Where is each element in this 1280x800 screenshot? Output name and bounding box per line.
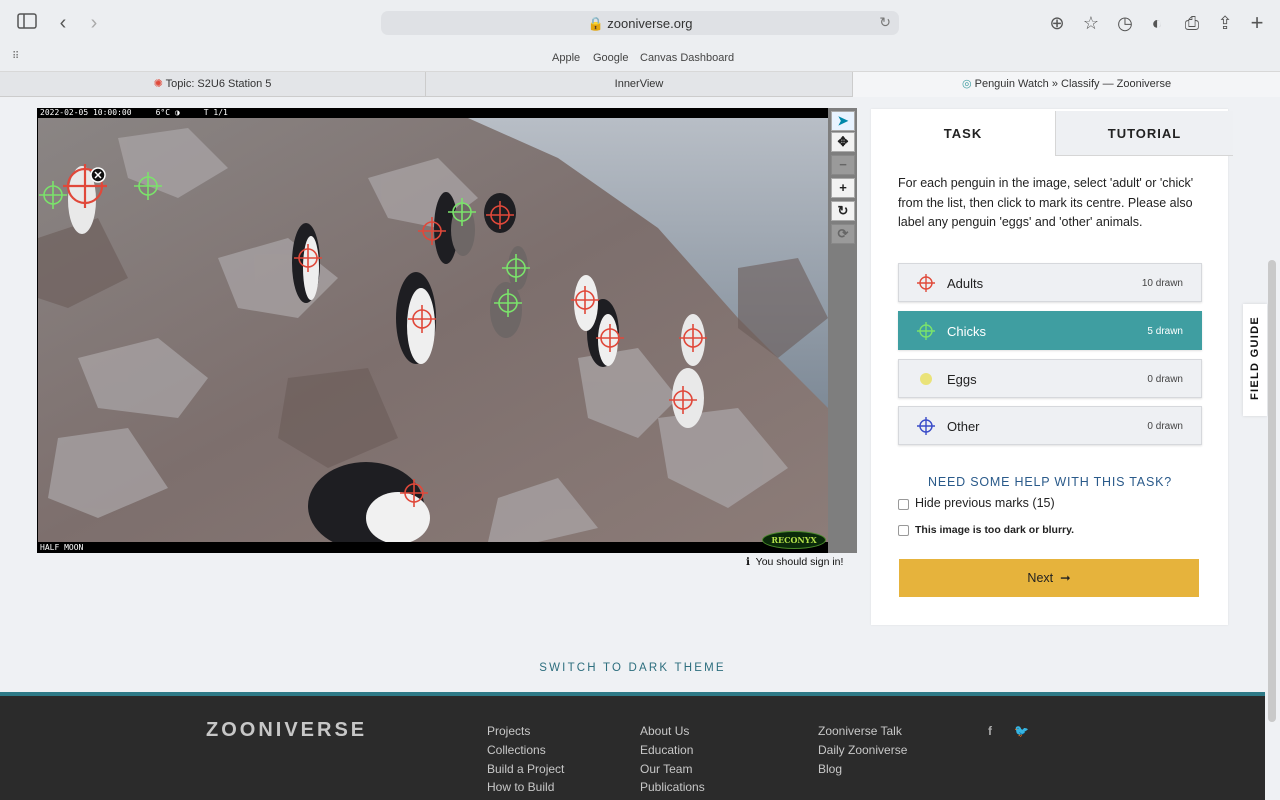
- footer-link[interactable]: Education: [640, 743, 693, 757]
- next-button[interactable]: Next ➞: [899, 559, 1199, 597]
- back-icon[interactable]: ‹: [52, 12, 74, 34]
- forward-icon[interactable]: ›: [83, 12, 105, 34]
- url-text: 🔒 zooniverse.org: [587, 16, 693, 31]
- tool-other[interactable]: Other 0 drawn: [898, 406, 1202, 445]
- new-tab-icon[interactable]: +: [1246, 12, 1268, 34]
- tool-name: Chicks: [947, 324, 987, 339]
- reload-icon[interactable]: ↻: [879, 14, 891, 31]
- footer-link[interactable]: How to Build: [487, 780, 554, 794]
- tool-name: Eggs: [947, 372, 977, 387]
- footer: [0, 692, 1265, 800]
- footer-link[interactable]: Zooniverse Talk: [818, 724, 902, 738]
- footer-link[interactable]: About Us: [640, 724, 689, 738]
- page-scrollbar[interactable]: [1268, 260, 1276, 722]
- crosshair-icon: [917, 322, 935, 340]
- reset-icon[interactable]: ⟳: [831, 224, 855, 244]
- tab-penguin-watch[interactable]: ◎ Penguin Watch » Classify — Zooniverse: [853, 72, 1280, 97]
- dark-blurry-checkbox[interactable]: [898, 525, 909, 536]
- twitter-icon[interactable]: 🐦: [1014, 724, 1029, 738]
- sign-in-notice[interactable]: ℹ You should sign in!: [746, 556, 843, 568]
- camera-info: 2022-02-05 10:00:00 6°C ◑ T 1/1: [40, 108, 228, 117]
- zoom-out-icon[interactable]: −: [831, 155, 855, 175]
- field-guide-tab[interactable]: FIELD GUIDE: [1243, 304, 1267, 416]
- dark-theme-link[interactable]: SWITCH TO DARK THEME: [0, 662, 1265, 674]
- crosshair-icon: [917, 417, 935, 435]
- pointer-icon[interactable]: ➤: [831, 111, 855, 131]
- hide-marks-checkbox[interactable]: [898, 499, 909, 510]
- tool-eggs[interactable]: Eggs 0 drawn: [898, 359, 1202, 398]
- tool-count: 10 drawn: [1141, 278, 1183, 289]
- footer-link[interactable]: Our Team: [640, 762, 692, 776]
- delete-mark-icon[interactable]: [90, 167, 106, 183]
- tool-name: Adults: [947, 276, 984, 291]
- zoom-in-icon[interactable]: +: [831, 178, 855, 198]
- egg-dot-icon: [920, 373, 932, 385]
- tab-favicon-icon: ✺: [153, 78, 163, 90]
- tool-chicks[interactable]: Chicks 5 drawn: [898, 311, 1202, 350]
- tab-favicon-icon: ◎: [961, 78, 972, 90]
- favorite-google[interactable]: Google: [593, 52, 628, 64]
- footer-link[interactable]: Daily Zooniverse: [818, 743, 907, 757]
- tool-count: 0 drawn: [1147, 421, 1183, 432]
- favorite-apple[interactable]: Apple: [552, 52, 580, 64]
- history-icon[interactable]: ◷: [1114, 12, 1136, 34]
- footer-link[interactable]: Publications: [640, 780, 705, 794]
- arrow-right-icon: ➞: [1056, 571, 1071, 585]
- tab-tutorial[interactable]: TUTORIAL: [1055, 111, 1233, 156]
- zooniverse-logo[interactable]: ZOONIVERSE: [206, 719, 367, 742]
- favorite-canvas[interactable]: Canvas Dashboard: [640, 52, 734, 64]
- crosshair-icon: [917, 274, 935, 292]
- facebook-icon[interactable]: f: [988, 724, 992, 738]
- reconyx-logo: RECONYX: [762, 531, 826, 549]
- subject-image[interactable]: [38, 118, 828, 542]
- footer-link[interactable]: Collections: [487, 743, 546, 757]
- browser-toolbar: ‹ › 🔒 zooniverse.org ↻ ⊕ ☆ ◷ ◐ ⎙ ⇪ +: [0, 0, 1280, 46]
- footer-link[interactable]: Blog: [818, 762, 842, 776]
- info-icon: ℹ: [746, 556, 750, 568]
- move-icon[interactable]: ✥: [831, 132, 855, 152]
- share-icon[interactable]: ⇪: [1214, 12, 1236, 34]
- print-icon[interactable]: ⎙: [1181, 12, 1203, 34]
- footer-link[interactable]: Build a Project: [487, 762, 564, 776]
- footer-link[interactable]: Projects: [487, 724, 530, 738]
- tool-name: Other: [947, 419, 980, 434]
- tab-topic[interactable]: ✺ Topic: S2U6 Station 5: [0, 72, 426, 97]
- tool-count: 0 drawn: [1147, 374, 1183, 385]
- rotate-icon[interactable]: ↻: [831, 201, 855, 221]
- bookmark-star-icon[interactable]: ☆: [1080, 12, 1102, 34]
- privacy-shield-icon[interactable]: ◐: [1146, 12, 1168, 34]
- tab-innerview[interactable]: InnerView: [426, 72, 853, 97]
- help-link[interactable]: NEED SOME HELP WITH THIS TASK?: [898, 475, 1202, 489]
- dark-blurry-label: This image is too dark or blurry.: [915, 524, 1075, 536]
- url-bar[interactable]: 🔒 zooniverse.org ↻: [381, 11, 899, 35]
- tool-count: 5 drawn: [1147, 326, 1183, 337]
- camera-location: HALF MOON: [40, 543, 84, 552]
- grid-icon[interactable]: ⠿: [12, 51, 19, 62]
- sidebar-icon[interactable]: [16, 12, 38, 34]
- tool-adults[interactable]: Adults 10 drawn: [898, 263, 1202, 302]
- tab-task[interactable]: TASK: [871, 111, 1055, 156]
- hide-marks-label: Hide previous marks (15): [915, 496, 1055, 510]
- download-icon[interactable]: ⊕: [1046, 12, 1068, 34]
- task-instructions: For each penguin in the image, select 'a…: [898, 176, 1194, 229]
